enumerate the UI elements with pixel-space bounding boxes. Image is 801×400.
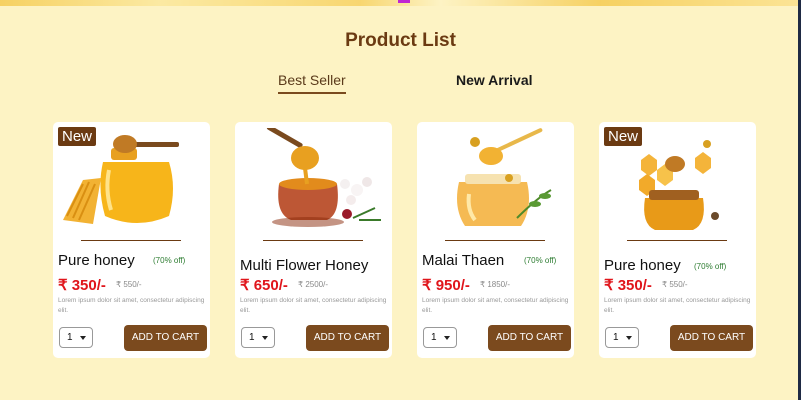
divider <box>81 240 181 241</box>
product-price: ₹ 350/- <box>604 277 652 294</box>
product-card: Malai Thaen (70% off) ₹ 950/- ₹ 1850/- L… <box>417 122 574 358</box>
chevron-down-icon <box>626 336 632 340</box>
add-to-cart-button[interactable]: ADD TO CART <box>488 325 571 351</box>
original-price: ₹ 550/- <box>662 280 688 289</box>
add-to-cart-button[interactable]: ADD TO CART <box>306 325 389 351</box>
original-price: ₹ 1850/- <box>480 280 510 289</box>
chevron-down-icon <box>80 336 86 340</box>
chevron-down-icon <box>444 336 450 340</box>
product-name: Pure honey <box>58 252 135 269</box>
product-name: Pure honey <box>604 257 681 274</box>
honey-jar-with-bees-image <box>457 128 552 226</box>
new-badge: New <box>604 127 643 146</box>
chevron-down-icon <box>262 336 268 340</box>
tab-new-arrival[interactable]: New Arrival <box>456 72 533 88</box>
quantity-select[interactable]: 1 <box>605 327 639 348</box>
divider <box>445 240 545 241</box>
product-description: Lorem ipsum dolor sit amet, consectetur … <box>58 297 205 314</box>
product-description: Lorem ipsum dolor sit amet, consectetur … <box>604 297 751 314</box>
quantity-select[interactable]: 1 <box>241 327 275 348</box>
active-tab-underline <box>278 92 346 94</box>
product-price: ₹ 350/- <box>58 277 106 294</box>
product-name: Malai Thaen <box>422 252 505 269</box>
product-card: New Pure honey (70% off) ₹ 350/- ₹ 550/-… <box>599 122 756 358</box>
quantity-value: 1 <box>431 332 437 343</box>
discount-label: (70% off) <box>153 256 186 265</box>
original-price: ₹ 550/- <box>116 280 142 289</box>
honey-bowl-with-flowers-image <box>266 128 381 227</box>
tab-best-seller[interactable]: Best Seller <box>278 72 346 88</box>
top-marker <box>398 0 410 3</box>
new-badge: New <box>58 127 97 146</box>
divider <box>263 240 363 241</box>
quantity-select[interactable]: 1 <box>59 327 93 348</box>
product-card: New Pure honey (70% off) ₹ 350/- ₹ 550/-… <box>53 122 210 358</box>
add-to-cart-button[interactable]: ADD TO CART <box>124 325 207 351</box>
add-to-cart-button[interactable]: ADD TO CART <box>670 325 753 351</box>
product-name: Multi Flower Honey <box>240 257 369 274</box>
quantity-value: 1 <box>613 332 619 343</box>
quantity-select[interactable]: 1 <box>423 327 457 348</box>
product-card: Multi Flower Honey ₹ 650/- ₹ 2500/- Lore… <box>235 122 392 358</box>
page-title: Product List <box>345 30 456 51</box>
discount-label: (70% off) <box>694 262 727 271</box>
original-price: ₹ 2500/- <box>298 280 328 289</box>
divider <box>627 240 727 241</box>
quantity-value: 1 <box>249 332 255 343</box>
quantity-value: 1 <box>67 332 73 343</box>
product-description: Lorem ipsum dolor sit amet, consectetur … <box>422 297 569 314</box>
discount-label: (70% off) <box>524 256 557 265</box>
product-price: ₹ 950/- <box>422 277 470 294</box>
product-price: ₹ 650/- <box>240 277 288 294</box>
product-description: Lorem ipsum dolor sit amet, consectetur … <box>240 297 387 314</box>
